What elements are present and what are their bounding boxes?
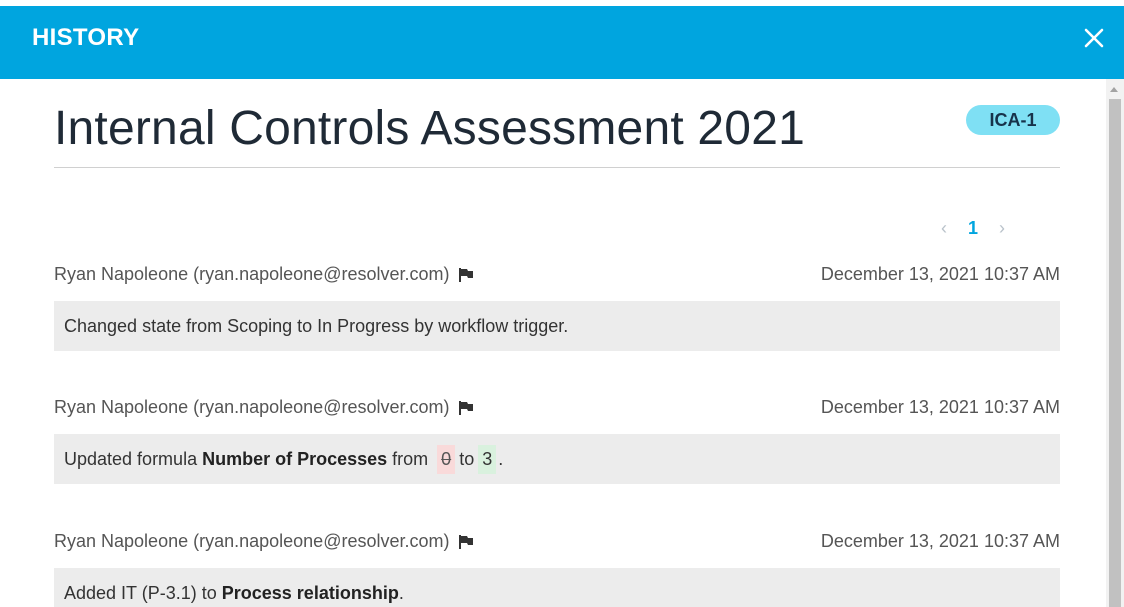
history-entry: Ryan Napoleone (ryan.napoleone@resolver.… bbox=[54, 397, 1060, 484]
entry-author: Ryan Napoleone (ryan.napoleone@resolver.… bbox=[54, 531, 474, 552]
entry-message-prefix: Updated formula bbox=[64, 448, 203, 469]
vertical-scrollbar[interactable] bbox=[1106, 79, 1124, 607]
entry-author: Ryan Napoleone (ryan.napoleone@resolver.… bbox=[54, 397, 474, 418]
entry-author: Ryan Napoleone (ryan.napoleone@resolver.… bbox=[54, 264, 474, 285]
entry-author-text: Ryan Napoleone (ryan.napoleone@resolver.… bbox=[54, 531, 450, 551]
entry-field-name: Number of Processes bbox=[202, 448, 388, 469]
old-value: 0 bbox=[437, 444, 456, 474]
record-id-badge: ICA-1 bbox=[966, 105, 1060, 135]
entry-message-prefix: Added IT (P-3.1) to bbox=[64, 582, 222, 603]
history-entry: Ryan Napoleone (ryan.napoleone@resolver.… bbox=[54, 264, 1060, 351]
entry-suffix: . bbox=[398, 582, 404, 603]
page-title: Internal Controls Assessment 2021 bbox=[54, 102, 805, 155]
pagination-prev-button[interactable]: ‹ bbox=[930, 218, 958, 239]
flag-icon[interactable] bbox=[458, 534, 474, 550]
entry-suffix: . bbox=[498, 448, 504, 469]
entry-to-word: to bbox=[459, 448, 475, 469]
entry-timestamp: December 13, 2021 10:37 AM bbox=[820, 397, 1060, 417]
close-icon bbox=[1084, 28, 1104, 47]
dialog-content[interactable]: Internal Controls Assessment 2021 ICA-1 … bbox=[0, 79, 1104, 607]
close-button[interactable] bbox=[1074, 18, 1114, 58]
entry-timestamp: December 13, 2021 10:37 AM bbox=[820, 264, 1060, 284]
entry-field-name: Process relationship bbox=[221, 582, 399, 603]
flag-icon[interactable] bbox=[458, 400, 474, 416]
entry-meta: Ryan Napoleone (ryan.napoleone@resolver.… bbox=[54, 264, 1060, 288]
flag-icon[interactable] bbox=[458, 267, 474, 283]
pagination-current-page[interactable]: 1 bbox=[958, 218, 988, 239]
entry-message: Updated formula Number of Processes from… bbox=[54, 434, 1060, 484]
entry-author-text: Ryan Napoleone (ryan.napoleone@resolver.… bbox=[54, 264, 450, 284]
pagination: ‹ 1 › bbox=[930, 215, 1050, 241]
dialog-header: HISTORY bbox=[0, 6, 1124, 79]
entry-message: Changed state from Scoping to In Progres… bbox=[54, 301, 1060, 351]
title-divider bbox=[54, 167, 1060, 168]
dialog-title: HISTORY bbox=[32, 23, 140, 51]
new-value: 3 bbox=[478, 444, 497, 474]
entry-message: Added IT (P-3.1) to Process relationship… bbox=[54, 568, 1060, 607]
scrollbar-thumb[interactable] bbox=[1109, 99, 1121, 607]
entry-timestamp: December 13, 2021 10:37 AM bbox=[820, 531, 1060, 551]
entry-meta: Ryan Napoleone (ryan.napoleone@resolver.… bbox=[54, 531, 1060, 555]
entry-author-text: Ryan Napoleone (ryan.napoleone@resolver.… bbox=[54, 397, 450, 417]
entry-from-word: from bbox=[387, 448, 434, 469]
history-entry: Ryan Napoleone (ryan.napoleone@resolver.… bbox=[54, 531, 1060, 607]
entry-meta: Ryan Napoleone (ryan.napoleone@resolver.… bbox=[54, 397, 1060, 421]
entry-message-text: Changed state from Scoping to In Progres… bbox=[64, 315, 569, 336]
scroll-up-arrow-icon[interactable] bbox=[1110, 87, 1118, 92]
pagination-next-button[interactable]: › bbox=[988, 218, 1016, 239]
